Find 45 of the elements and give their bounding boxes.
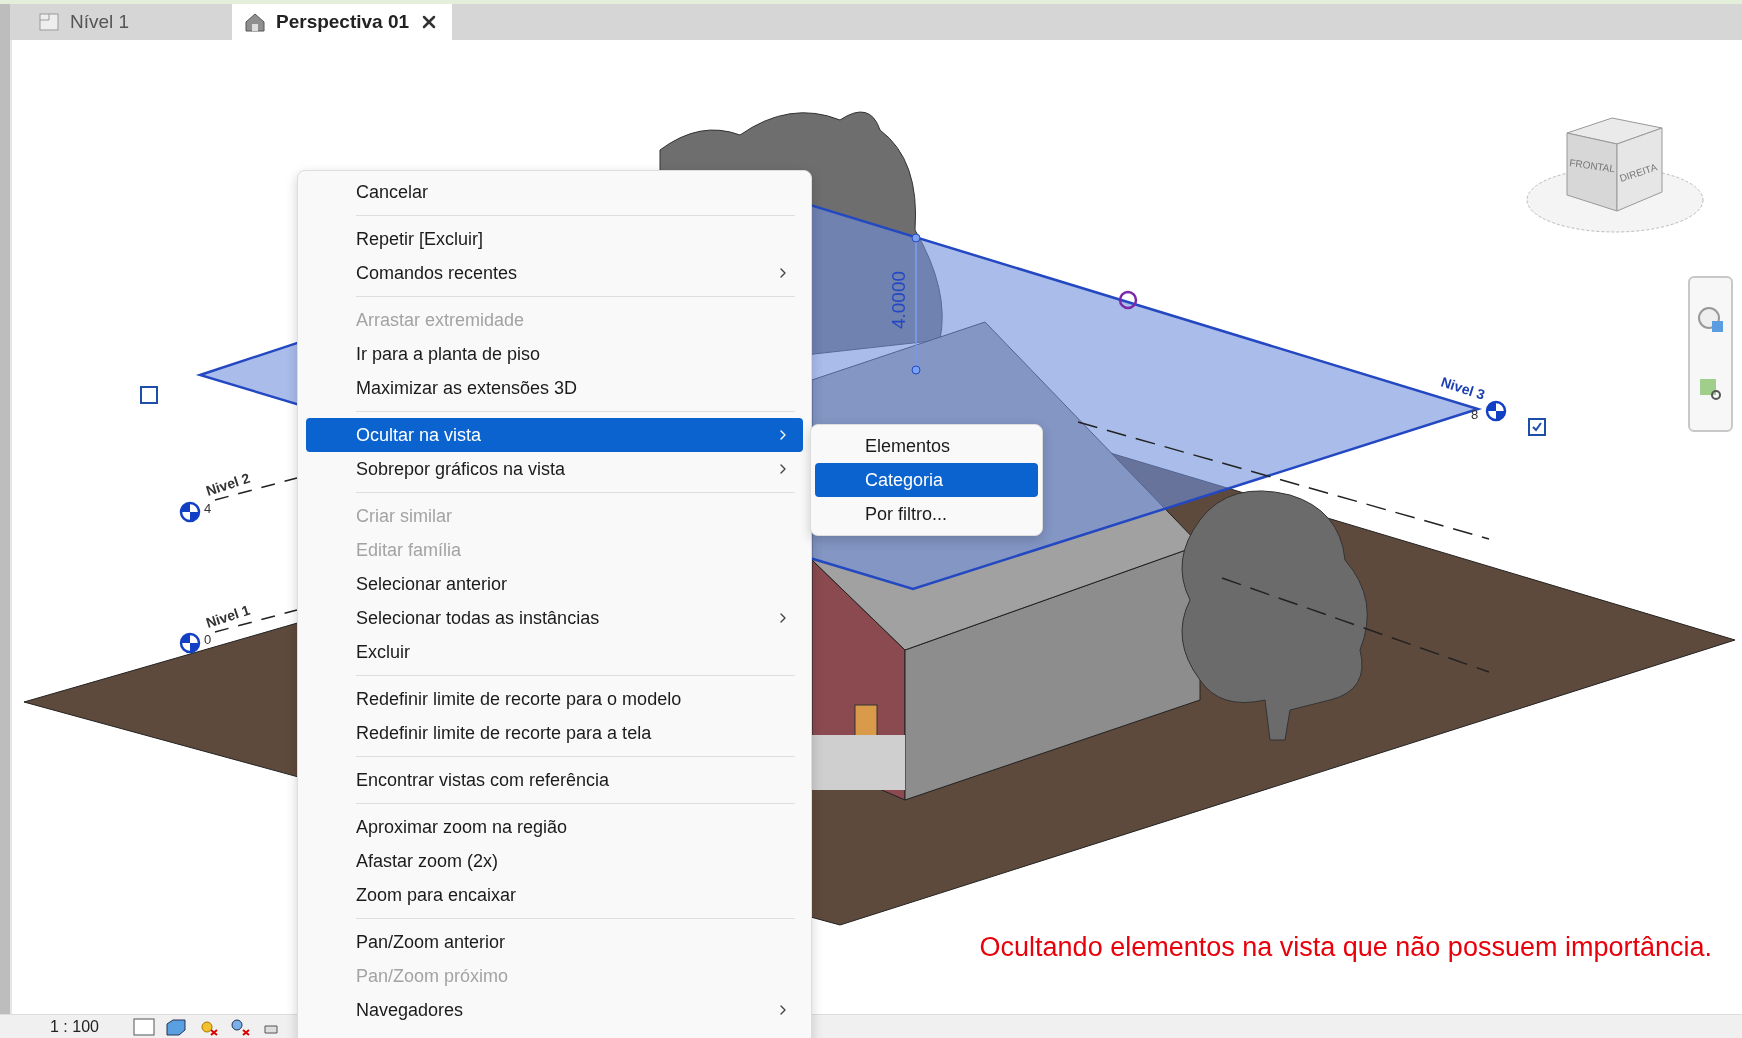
menu-item[interactable]: Cancelar: [306, 175, 803, 209]
menu-item[interactable]: Sobrepor gráficos na vista: [306, 452, 803, 486]
level-elevation: 4: [204, 501, 212, 516]
menu-item[interactable]: Comandos recentes: [306, 256, 803, 290]
check-icon: [1532, 422, 1542, 432]
menu-item[interactable]: Repetir [Excluir]: [306, 222, 803, 256]
menu-item[interactable]: Aproximar zoom na região: [306, 810, 803, 844]
menu-item[interactable]: Pan/Zoom anterior: [306, 925, 803, 959]
checkbox[interactable]: [1528, 418, 1546, 436]
level-name: Nivel 2: [204, 469, 252, 499]
cube-icon[interactable]: [164, 1017, 187, 1036]
view-scale[interactable]: 1 : 100: [50, 1017, 99, 1036]
menu-item[interactable]: Selecionar anterior: [306, 567, 803, 601]
level-name: Nivel 1: [204, 601, 252, 631]
zoom-icon[interactable]: [1697, 377, 1724, 403]
annotation-text: Ocultando elementos na vista que não possuem importância.: [979, 932, 1712, 963]
menu-item[interactable]: Afastar zoom (2x): [306, 844, 803, 878]
menu-item[interactable]: Zoom para encaixar: [306, 878, 803, 912]
menu-item[interactable]: Elementos: [815, 429, 1038, 463]
menu-item[interactable]: Maximizar as extensões 3D: [306, 371, 803, 405]
level-head-icon[interactable]: [1485, 400, 1507, 422]
level-name: Nivel 3: [1439, 373, 1487, 403]
menu-item[interactable]: Redefinir limite de recorte para o modelo: [306, 682, 803, 716]
level-head-icon[interactable]: [179, 501, 201, 523]
menu-item[interactable]: Por filtro...: [815, 497, 1038, 531]
menu-item[interactable]: Categoria: [815, 463, 1038, 497]
floor-plan-icon: [38, 11, 60, 33]
menu-item[interactable]: Redefinir limite de recorte para a tela: [306, 716, 803, 750]
level-elevation: 0: [204, 632, 212, 647]
menu-item[interactable]: Selecionar todas as instâncias: [306, 601, 803, 635]
menu-item[interactable]: Ir para a planta de piso: [306, 337, 803, 371]
view-tab[interactable]: Nível 1: [26, 4, 232, 40]
grip-handle[interactable]: [1118, 290, 1138, 310]
view-tab[interactable]: Perspectiva 01: [232, 4, 452, 40]
house-icon: [244, 11, 266, 33]
level-elevation: 8: [1471, 407, 1479, 422]
menu-item[interactable]: Encontrar vistas com referência: [306, 763, 803, 797]
checkbox[interactable]: [140, 386, 158, 404]
magnifier-icon[interactable]: [228, 1017, 251, 1036]
sheet-icon[interactable]: [132, 1017, 155, 1036]
cube-face-label: FRONTAL: [1568, 157, 1616, 175]
menu-item[interactable]: Navegadores: [306, 993, 803, 1027]
menu-item[interactable]: Ocultar na vista: [306, 418, 803, 452]
menu-item[interactable]: Excluir: [306, 635, 803, 669]
level-head-icon[interactable]: [179, 632, 201, 654]
